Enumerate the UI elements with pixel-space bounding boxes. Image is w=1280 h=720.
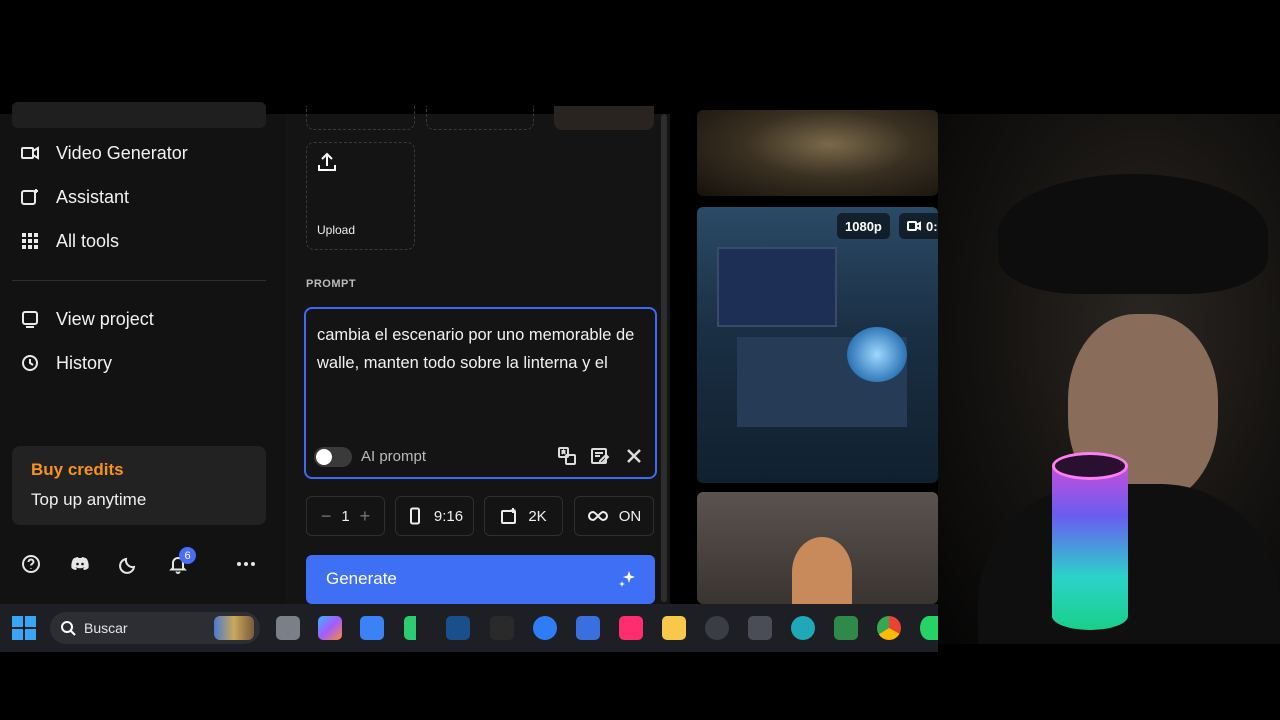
prompt-text[interactable]: cambia el escenario por uno memorable de… [317, 321, 647, 377]
resolution-icon [501, 508, 517, 524]
character-thumbnail[interactable] [426, 106, 534, 130]
windows-start-icon[interactable] [12, 616, 36, 640]
video-icon [907, 221, 921, 231]
rgb-lamp [1052, 454, 1128, 630]
translate-icon[interactable] [555, 444, 579, 468]
gallery: 1080p 0: [670, 110, 938, 604]
sparkle-icon [619, 571, 635, 587]
app-stage: Video Generator Assistant All tools View… [0, 102, 1280, 652]
generate-button[interactable]: Generate [306, 555, 655, 604]
toggle-knob [316, 449, 332, 465]
sidebar-divider [12, 280, 266, 281]
task-view-icon[interactable] [276, 616, 300, 640]
assistant-icon [21, 189, 38, 205]
capcut-icon[interactable] [619, 616, 643, 640]
edit-prompt-icon[interactable] [588, 444, 612, 468]
play-icon[interactable] [404, 616, 428, 640]
sidebar-item-all-tools[interactable]: All tools [20, 227, 119, 255]
resolution-badge-label: 1080p [845, 218, 882, 234]
unlimited-toggle-button[interactable]: ON [574, 496, 654, 536]
shield-icon[interactable] [834, 616, 858, 640]
help-icon[interactable] [19, 552, 43, 576]
app-icon-c[interactable] [791, 616, 815, 640]
video-duration-label: 0: [926, 218, 938, 234]
apps-grid-icon[interactable] [748, 616, 772, 640]
portrait-phone-icon [409, 507, 420, 525]
gallery-video-editing-studio[interactable]: 1080p 0: [697, 207, 938, 483]
generator-panel: Upload PROMPT cambia el escenario por un… [286, 106, 670, 604]
project-icon [22, 311, 38, 328]
sidebar-item-history[interactable]: History [20, 349, 112, 377]
search-highlight-icon [214, 616, 254, 640]
monitor-screen [717, 247, 837, 327]
portrait-subject [792, 537, 852, 604]
sidebar-item-view-project[interactable]: View project [20, 305, 154, 333]
ai-prompt-label: AI prompt [361, 448, 427, 465]
app-icon[interactable] [533, 616, 557, 640]
webcam-hat [998, 174, 1268, 294]
sidebar: Video Generator Assistant All tools View… [0, 102, 286, 604]
history-icon [22, 355, 38, 371]
sidebar-item-label: View project [56, 308, 154, 329]
copilot-icon[interactable] [318, 616, 342, 640]
video-camera-icon [21, 146, 39, 160]
store-icon[interactable] [360, 616, 384, 640]
buy-credits-card[interactable]: Buy credits Top up anytime [12, 446, 266, 525]
increment-icon[interactable]: + [360, 506, 371, 527]
upload-icon [318, 152, 336, 171]
infinity-icon [587, 510, 608, 522]
hologram-brain [847, 327, 907, 382]
decrement-icon[interactable]: − [321, 506, 332, 527]
notification-count-badge: 6 [179, 547, 196, 564]
prompt-label: PROMPT [306, 278, 357, 290]
chrome-icon[interactable] [877, 616, 901, 640]
aspect-ratio-value: 9:16 [433, 507, 464, 525]
buy-credits-subtitle: Top up anytime [31, 490, 147, 509]
gallery-image-robot[interactable] [697, 110, 938, 196]
windows-taskbar: Buscar [0, 604, 938, 652]
ai-prompt-toggle[interactable] [314, 447, 352, 467]
gallery-image-portrait[interactable] [697, 492, 938, 604]
sidebar-item-label: History [56, 352, 113, 373]
epic-games-icon[interactable] [490, 616, 514, 640]
settings-icon[interactable] [705, 616, 729, 640]
prompt-input[interactable]: cambia el escenario por uno memorable de… [304, 307, 657, 479]
search-icon [61, 621, 76, 636]
generate-label: Generate [326, 569, 397, 588]
playstation-icon[interactable] [576, 616, 600, 640]
sidebar-item-label: All tools [56, 230, 120, 251]
steam-icon[interactable] [446, 616, 470, 640]
style-thumbnail[interactable] [306, 106, 415, 130]
upload-button[interactable]: Upload [306, 142, 415, 250]
taskbar-search[interactable]: Buscar [50, 612, 260, 644]
rgb-lamp-top [1052, 452, 1128, 480]
discord-icon[interactable] [68, 552, 92, 576]
buy-credits-title: Buy credits [31, 460, 124, 479]
webcam-overlay [938, 114, 1280, 644]
grid-icon [22, 233, 38, 249]
resolution-badge: 1080p [837, 213, 890, 239]
whatsapp-icon[interactable] [920, 616, 938, 640]
taskbar-search-label: Buscar [84, 620, 128, 636]
sidebar-item-assistant[interactable]: Assistant [20, 183, 129, 211]
resolution-value: 2K [528, 507, 547, 525]
image-thumbnail[interactable] [554, 106, 654, 130]
sidebar-item-video-generator[interactable]: Video Generator [20, 139, 188, 167]
sidebar-item-image-generator[interactable] [12, 102, 266, 128]
more-icon[interactable] [234, 552, 258, 576]
count-value: 1 [341, 507, 350, 525]
aspect-ratio-button[interactable]: 9:16 [395, 496, 474, 536]
resolution-button[interactable]: 2K [484, 496, 563, 536]
clear-prompt-icon[interactable] [622, 444, 646, 468]
sidebar-item-label: Video Generator [56, 142, 188, 163]
count-stepper[interactable]: − 1 + [306, 496, 385, 536]
sidebar-item-label: Assistant [56, 186, 130, 207]
panel-scrollbar[interactable] [661, 114, 667, 602]
file-explorer-icon[interactable] [662, 616, 686, 640]
webcam-body [978, 484, 1280, 644]
unlimited-value: ON [618, 507, 642, 525]
dark-mode-icon[interactable] [117, 552, 141, 576]
upload-label: Upload [317, 223, 356, 237]
video-duration-badge: 0: [899, 213, 938, 239]
